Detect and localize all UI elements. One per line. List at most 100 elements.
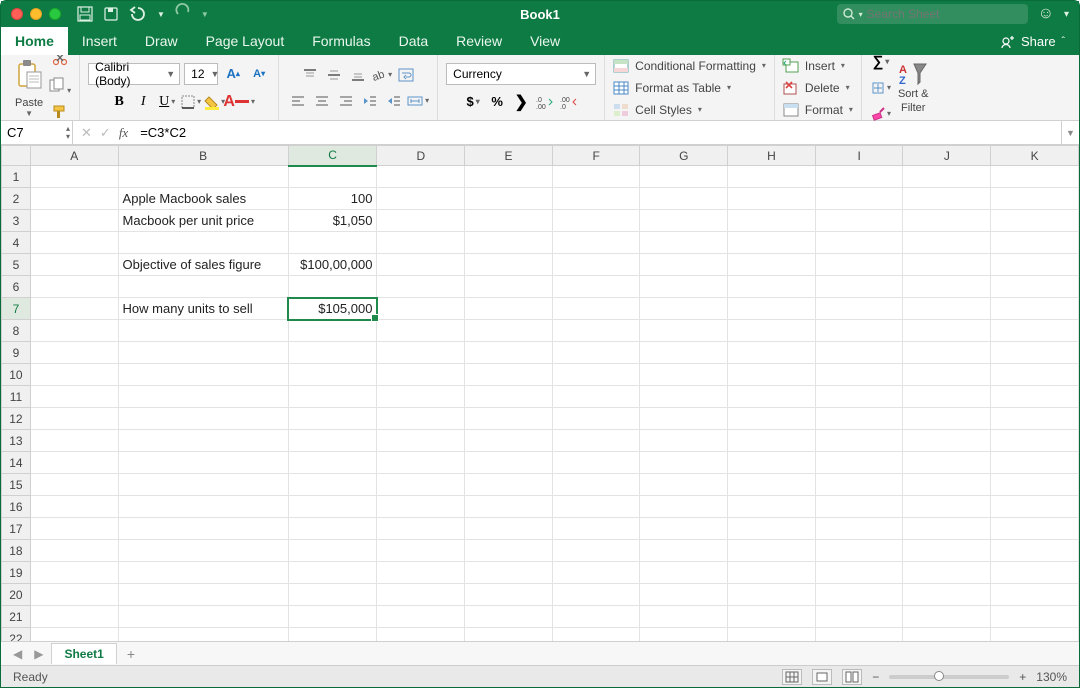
- cell-D12[interactable]: [377, 408, 465, 430]
- cell-J5[interactable]: [903, 254, 991, 276]
- quicksave-icon[interactable]: [103, 6, 119, 22]
- cell-G10[interactable]: [640, 364, 728, 386]
- cell-A14[interactable]: [30, 452, 118, 474]
- cell-H21[interactable]: [728, 606, 816, 628]
- cell-J10[interactable]: [903, 364, 991, 386]
- cell-E19[interactable]: [465, 562, 553, 584]
- tab-review[interactable]: Review: [442, 27, 516, 55]
- delete-cells-button[interactable]: Delete▾: [783, 78, 853, 98]
- align-bottom-icon[interactable]: [347, 64, 369, 86]
- cell-styles-button[interactable]: Cell Styles▾: [613, 100, 766, 120]
- cell-K19[interactable]: [991, 562, 1079, 584]
- cell-I6[interactable]: [815, 276, 903, 298]
- cell-H14[interactable]: [728, 452, 816, 474]
- cell-B2[interactable]: Apple Macbook sales: [118, 188, 288, 210]
- cell-D22[interactable]: [377, 628, 465, 642]
- cell-E2[interactable]: [465, 188, 553, 210]
- row-header-19[interactable]: 19: [2, 562, 31, 584]
- cell-A16[interactable]: [30, 496, 118, 518]
- cell-H15[interactable]: [728, 474, 816, 496]
- cell-D2[interactable]: [377, 188, 465, 210]
- cell-C20[interactable]: [288, 584, 377, 606]
- cell-I7[interactable]: [815, 298, 903, 320]
- cell-H3[interactable]: [728, 210, 816, 232]
- name-box[interactable]: C7 ▴▾: [1, 121, 73, 144]
- cell-G18[interactable]: [640, 540, 728, 562]
- cell-G11[interactable]: [640, 386, 728, 408]
- decrease-font-icon[interactable]: A▾: [248, 63, 270, 85]
- cell-K15[interactable]: [991, 474, 1079, 496]
- cell-D9[interactable]: [377, 342, 465, 364]
- cell-F7[interactable]: [552, 298, 640, 320]
- zoom-in-button[interactable]: +: [1019, 670, 1026, 684]
- tab-home[interactable]: Home: [1, 27, 68, 55]
- cell-B17[interactable]: [118, 518, 288, 540]
- cell-H8[interactable]: [728, 320, 816, 342]
- cell-J1[interactable]: [903, 166, 991, 188]
- cancel-formula-icon[interactable]: ✕: [81, 125, 92, 141]
- cell-E13[interactable]: [465, 430, 553, 452]
- cell-B4[interactable]: [118, 232, 288, 254]
- col-header-I[interactable]: I: [815, 146, 903, 166]
- cell-A1[interactable]: [30, 166, 118, 188]
- cell-E22[interactable]: [465, 628, 553, 642]
- cell-I1[interactable]: [815, 166, 903, 188]
- cell-H13[interactable]: [728, 430, 816, 452]
- cell-B7[interactable]: How many units to sell: [118, 298, 288, 320]
- cell-G8[interactable]: [640, 320, 728, 342]
- cell-G17[interactable]: [640, 518, 728, 540]
- cell-E4[interactable]: [465, 232, 553, 254]
- cell-F16[interactable]: [552, 496, 640, 518]
- zoom-out-button[interactable]: −: [872, 670, 879, 684]
- cell-H5[interactable]: [728, 254, 816, 276]
- cell-B6[interactable]: [118, 276, 288, 298]
- cell-D1[interactable]: [377, 166, 465, 188]
- col-header-G[interactable]: G: [640, 146, 728, 166]
- cell-F8[interactable]: [552, 320, 640, 342]
- cell-G3[interactable]: [640, 210, 728, 232]
- col-header-B[interactable]: B: [118, 146, 288, 166]
- add-sheet-button[interactable]: +: [121, 646, 141, 662]
- cell-I13[interactable]: [815, 430, 903, 452]
- cell-K11[interactable]: [991, 386, 1079, 408]
- cell-I17[interactable]: [815, 518, 903, 540]
- cell-E11[interactable]: [465, 386, 553, 408]
- cell-F13[interactable]: [552, 430, 640, 452]
- cell-F1[interactable]: [552, 166, 640, 188]
- formula-bar-input[interactable]: [136, 125, 1061, 140]
- fx-icon[interactable]: fx: [119, 125, 128, 141]
- cell-E15[interactable]: [465, 474, 553, 496]
- increase-decimal-icon[interactable]: .0.00: [534, 91, 556, 113]
- cell-C7[interactable]: $105,000: [288, 298, 377, 320]
- row-header-4[interactable]: 4: [2, 232, 31, 254]
- row-header-13[interactable]: 13: [2, 430, 31, 452]
- cell-F3[interactable]: [552, 210, 640, 232]
- cell-A5[interactable]: [30, 254, 118, 276]
- conditional-formatting-button[interactable]: Conditional Formatting▾: [613, 56, 766, 76]
- cell-J17[interactable]: [903, 518, 991, 540]
- cell-H4[interactable]: [728, 232, 816, 254]
- cell-H20[interactable]: [728, 584, 816, 606]
- cell-H2[interactable]: [728, 188, 816, 210]
- undo-dropdown[interactable]: ▼: [157, 10, 165, 19]
- cell-A21[interactable]: [30, 606, 118, 628]
- cell-K10[interactable]: [991, 364, 1079, 386]
- bold-button[interactable]: B: [108, 91, 130, 113]
- cell-J2[interactable]: [903, 188, 991, 210]
- copy-icon[interactable]: ▾: [49, 77, 71, 98]
- tab-draw[interactable]: Draw: [131, 27, 192, 55]
- cell-A10[interactable]: [30, 364, 118, 386]
- cell-A2[interactable]: [30, 188, 118, 210]
- cell-I2[interactable]: [815, 188, 903, 210]
- cell-K2[interactable]: [991, 188, 1079, 210]
- cell-K21[interactable]: [991, 606, 1079, 628]
- tab-data[interactable]: Data: [385, 27, 443, 55]
- merge-button[interactable]: ▾: [407, 90, 429, 112]
- paste-icon[interactable]: [15, 58, 43, 95]
- cell-J15[interactable]: [903, 474, 991, 496]
- search-sheet[interactable]: ▾: [837, 4, 1028, 24]
- tab-insert[interactable]: Insert: [68, 27, 131, 55]
- cell-G5[interactable]: [640, 254, 728, 276]
- cell-H16[interactable]: [728, 496, 816, 518]
- row-header-2[interactable]: 2: [2, 188, 31, 210]
